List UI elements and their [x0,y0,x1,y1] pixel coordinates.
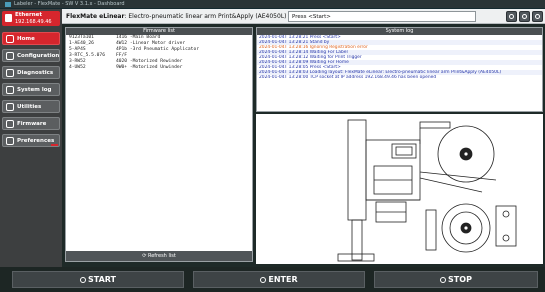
bottom-bar: START ENTER STOP [0,267,545,292]
sidebar-item-label: System log [17,87,52,93]
power-icon [535,14,540,19]
sidebar: Ethernet 192.168.49.46 Home Configuratio… [0,9,62,267]
machine-description: : Electro-pneumatic linear arm Print&App… [124,13,287,20]
sidebar-item-diagnostics[interactable]: Diagnostics [2,66,60,79]
enter-button[interactable]: ENTER [193,271,365,288]
log-entry: 2024-01-04T 13:28:00 TCP socket at IP ad… [259,75,437,80]
ethernet-ip: 192.168.49.46 [15,19,52,25]
preferences-icon [6,137,14,145]
stop-icon [440,277,447,283]
machine-title: FlexMate eLinear: Electro-pneumatic line… [66,13,287,20]
app-icon [5,2,11,7]
header-bar: FlexMate eLinear: Electro-pneumatic line… [62,9,545,24]
firmware-panel-title: Firmware list [66,28,252,35]
sidebar-item-label: Diagnostics [17,70,54,76]
log-icon [6,86,14,94]
refresh-list-button[interactable]: ⟳ Refresh list [66,251,252,261]
start-icon [79,277,86,283]
sidebar-item-firmware[interactable]: Firmware [2,117,60,130]
list-item[interactable]: 4-UW52 9W0+ -Motorized Unwinder [66,65,252,71]
window-titlebar: Labeler - FlexMate - SW V 3.1.x - Dashbo… [0,0,545,9]
ethernet-label: Ethernet [15,12,43,18]
window-title: Labeler - FlexMate - SW V 3.1.x - Dashbo… [14,1,125,7]
firmware-icon [6,120,14,128]
labeler-machine-illustration [337,119,517,262]
sidebar-item-system-log[interactable]: System log [2,83,60,96]
gear-icon [522,14,527,19]
firmware-id: 4-UW52 [69,65,86,70]
sidebar-item-label: Configuration [17,53,60,59]
app-window: Labeler - FlexMate - SW V 3.1.x - Dashbo… [0,0,545,292]
firmware-panel: Firmware list 9123Ta101 1416 -Main Board … [65,27,253,262]
machine-name: FlexMate eLinear [66,13,125,20]
stop-label: STOP [448,275,472,284]
utilities-icon [6,103,14,111]
sidebar-item-label: Home [17,36,35,42]
stop-button[interactable]: STOP [374,271,538,288]
stethoscope-icon [6,69,14,77]
machine-column [347,119,367,221]
ethernet-icon [5,14,12,22]
start-button[interactable]: START [12,271,184,288]
sidebar-item-label: Utilities [17,104,42,110]
home-icon [6,35,14,43]
sidebar-item-label: Preferences [17,138,55,144]
wrench-icon [6,52,14,60]
enter-label: ENTER [268,275,298,284]
firmware-desc: 4P1b -3rd Pneumatic Applicator [116,47,199,52]
settings-button[interactable] [519,11,530,22]
enter-icon [260,277,267,283]
info-icon [509,14,514,19]
sidebar-item-label: Firmware [17,121,47,127]
sidebar-item-configuration[interactable]: Configuration [2,49,60,62]
system-log-title: System log [257,28,542,35]
refresh-list-label: Refresh list [147,253,176,259]
firmware-desc: 9W0+ -Motorized Unwinder [116,65,183,70]
power-button[interactable] [532,11,543,22]
system-log-panel: System log 2024-01-04T 13:28:21 Press <S… [256,27,543,112]
machine-diagram [256,114,543,264]
info-button[interactable] [506,11,517,22]
start-label: START [87,275,117,284]
sidebar-item-home[interactable]: Home [2,32,60,45]
sidebar-item-utilities[interactable]: Utilities [2,100,60,113]
status-field: Press <Start> [288,11,476,22]
ethernet-status-badge: Ethernet 192.168.49.46 [2,11,60,26]
collapse-arrow-icon[interactable] [51,144,58,146]
